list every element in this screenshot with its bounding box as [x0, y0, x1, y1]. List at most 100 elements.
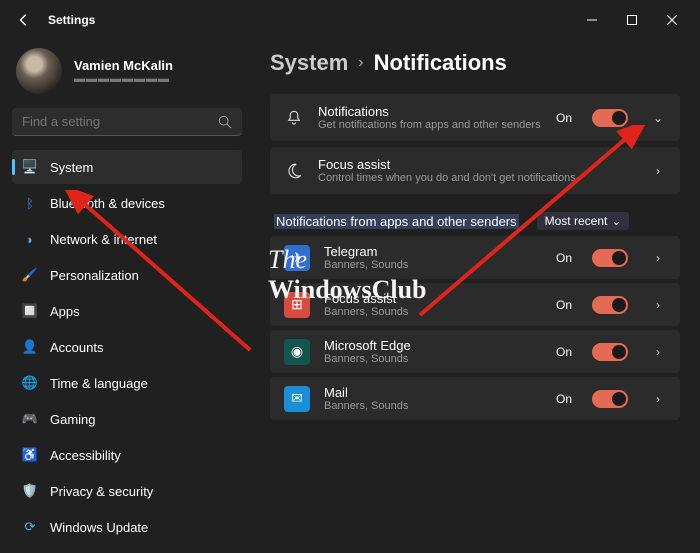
- section-header: Notifications from apps and other sender…: [274, 212, 680, 230]
- app-row[interactable]: ✉ MailBanners, Sounds On ›: [270, 377, 680, 420]
- app-toggle[interactable]: [592, 390, 628, 408]
- nav-item-personalization[interactable]: 🖌️ Personalization: [12, 258, 242, 292]
- app-icon: ◉: [284, 339, 310, 365]
- minimize-icon: [587, 15, 597, 25]
- nav-list: 🖥️System ᛒ Bluetooth & devices ◗ Network &…: [12, 150, 242, 544]
- chevron-right-icon: ›: [650, 251, 666, 265]
- nav-item-network[interactable]: ◗ Network & internet: [12, 222, 242, 256]
- section-title: Notifications from apps and other sender…: [274, 214, 519, 229]
- search-input[interactable]: [22, 114, 218, 129]
- chevron-down-icon: ⌄: [611, 214, 621, 228]
- maximize-button[interactable]: [612, 4, 652, 36]
- sort-label: Most recent: [545, 214, 608, 228]
- moon-icon: [284, 161, 304, 181]
- card-title: Notifications: [318, 104, 542, 119]
- minimize-button[interactable]: [572, 4, 612, 36]
- nav-item-accounts[interactable]: 👤 Accounts: [12, 330, 242, 364]
- bluetooth-icon: ᛒ: [22, 195, 38, 211]
- app-name: Focus assist: [324, 291, 542, 306]
- app-icon: ✉: [284, 386, 310, 412]
- nav-label: Apps: [50, 304, 80, 319]
- app-toggle[interactable]: [592, 343, 628, 361]
- nav-label: Privacy & security: [50, 484, 153, 499]
- close-button[interactable]: [652, 4, 692, 36]
- app-sub: Banners, Sounds: [324, 400, 542, 412]
- breadcrumb-parent[interactable]: System: [270, 50, 348, 76]
- focus-assist-card[interactable]: Focus assist Control times when you do a…: [270, 147, 680, 194]
- card-title: Focus assist: [318, 157, 628, 172]
- avatar: [16, 48, 62, 94]
- maximize-icon: [627, 15, 637, 25]
- nav-label: Gaming: [50, 412, 96, 427]
- app-toggle[interactable]: [592, 296, 628, 314]
- nav-item-update[interactable]: ⟳Windows Update: [12, 510, 242, 544]
- toggle-state-label: On: [556, 392, 572, 406]
- app-name: Telegram: [324, 244, 542, 259]
- gamepad-icon: 🎮: [22, 411, 38, 427]
- app-name: Microsoft Edge: [324, 338, 542, 353]
- person-icon: 👤: [22, 339, 38, 355]
- nav-item-privacy[interactable]: 🛡️ Privacy & security: [12, 474, 242, 508]
- notifications-toggle[interactable]: [592, 109, 628, 127]
- nav-item-bluetooth[interactable]: ᛒ Bluetooth & devices: [12, 186, 242, 220]
- titlebar: Settings: [0, 0, 700, 40]
- update-icon: ⟳: [22, 519, 38, 535]
- arrow-left-icon: [17, 13, 31, 27]
- search-icon: [218, 115, 232, 129]
- paintbrush-icon: 🖌️: [22, 267, 38, 283]
- nav-item-gaming[interactable]: 🎮 Gaming: [12, 402, 242, 436]
- nav-item-accessibility[interactable]: ♿ Accessibility: [12, 438, 242, 472]
- nav-label: Time & language: [50, 376, 148, 391]
- app-name: Mail: [324, 385, 542, 400]
- chevron-right-icon: ›: [358, 54, 363, 72]
- window-controls: [572, 4, 692, 36]
- card-subtitle: Control times when you do and don't get …: [318, 172, 628, 184]
- content-area: System › Notifications Notifications Get…: [250, 40, 700, 553]
- wifi-icon: ◗: [22, 231, 38, 247]
- chevron-right-icon: ›: [650, 392, 666, 406]
- app-row[interactable]: ⊞ Focus assistBanners, Sounds On ›: [270, 283, 680, 326]
- app-icon: ⊞: [284, 292, 310, 318]
- app-sub: Banners, Sounds: [324, 306, 542, 318]
- bell-icon: [284, 108, 304, 128]
- accessibility-icon: ♿: [22, 447, 38, 463]
- chevron-right-icon: ›: [650, 164, 666, 178]
- app-toggle[interactable]: [592, 249, 628, 267]
- app-list: ✈TelegramBanners, SoundsOn›⊞Focus assist…: [270, 236, 680, 420]
- nav-label: Personalization: [50, 268, 139, 283]
- breadcrumb: System › Notifications: [270, 50, 680, 76]
- back-button[interactable]: [8, 4, 40, 36]
- app-sub: Banners, Sounds: [324, 259, 542, 271]
- shield-icon: 🛡️: [22, 483, 38, 499]
- nav-item-time[interactable]: 🌐 Time & language: [12, 366, 242, 400]
- close-icon: [667, 15, 677, 25]
- toggle-state-label: On: [556, 345, 572, 359]
- app-sub: Banners, Sounds: [324, 353, 542, 365]
- card-subtitle: Get notifications from apps and other se…: [318, 119, 542, 131]
- profile-block[interactable]: Vamien McKalin ▬▬▬▬▬▬▬▬: [12, 40, 242, 108]
- search-box[interactable]: [12, 108, 242, 136]
- notifications-card[interactable]: Notifications Get notifications from app…: [270, 94, 680, 141]
- nav-item-apps[interactable]: 🔲 Apps: [12, 294, 242, 328]
- app-row[interactable]: ✈TelegramBanners, SoundsOn›: [270, 236, 680, 279]
- nav-label: Bluetooth & devices: [50, 196, 165, 211]
- apps-icon: 🔲: [22, 303, 38, 319]
- globe-icon: 🌐: [22, 375, 38, 391]
- toggle-state-label: On: [556, 111, 572, 125]
- nav-item-system[interactable]: 🖥️System: [12, 150, 242, 184]
- toggle-state-label: On: [556, 298, 572, 312]
- chevron-right-icon: ›: [650, 298, 666, 312]
- app-row[interactable]: ◉Microsoft EdgeBanners, SoundsOn›: [270, 330, 680, 373]
- chevron-down-icon[interactable]: ⌄: [650, 111, 666, 125]
- breadcrumb-current: Notifications: [374, 50, 507, 76]
- profile-email: ▬▬▬▬▬▬▬▬: [74, 73, 173, 85]
- profile-name: Vamien McKalin: [74, 58, 173, 73]
- toggle-state-label: On: [556, 251, 572, 265]
- window-title: Settings: [48, 13, 95, 27]
- nav-label: Network & internet: [50, 232, 157, 247]
- sidebar: Vamien McKalin ▬▬▬▬▬▬▬▬ 🖥️System ᛒ Blueto…: [0, 40, 250, 553]
- sort-dropdown[interactable]: Most recent ⌄: [537, 212, 630, 230]
- display-icon: 🖥️: [22, 159, 38, 175]
- nav-label: Accounts: [50, 340, 103, 355]
- nav-label: Accessibility: [50, 448, 121, 463]
